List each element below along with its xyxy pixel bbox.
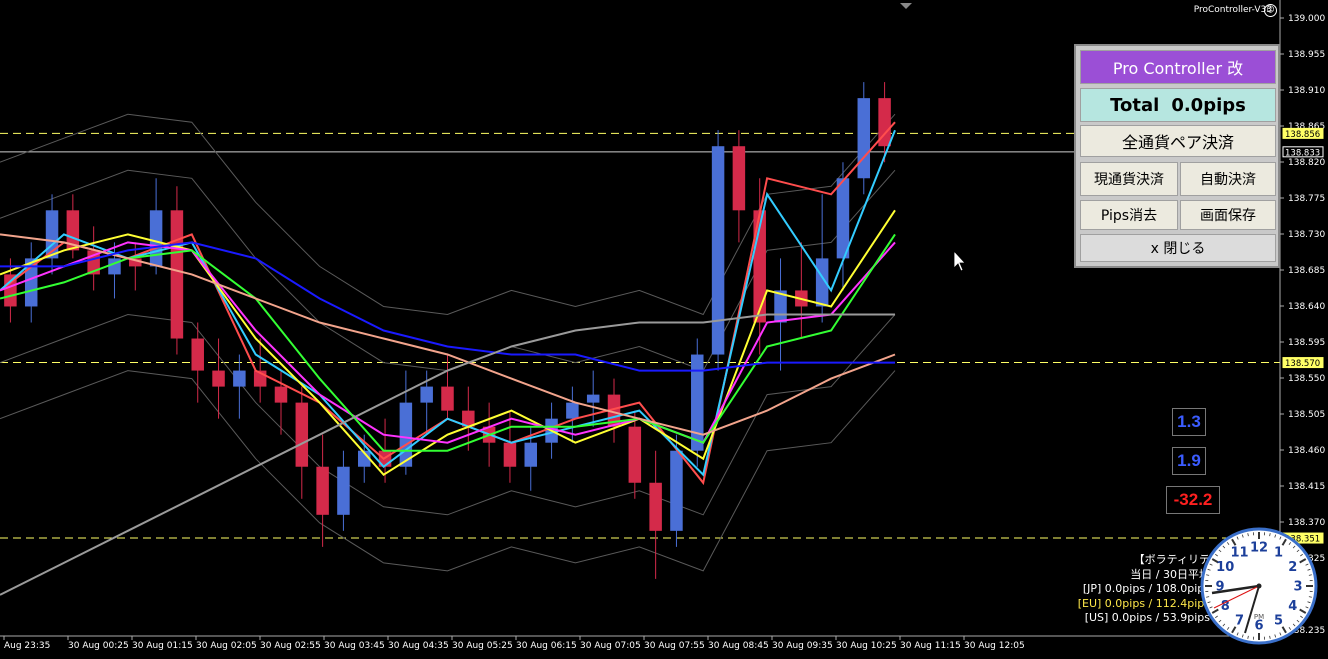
price-tick-label: 138.550: [1288, 374, 1325, 384]
candle-body: [691, 354, 704, 451]
price-tick-label: 138.910: [1288, 86, 1325, 96]
volatility-eu: [EU] 0.0pips / 112.4pips: [1077, 596, 1210, 610]
price-tick-label: 138.775: [1288, 194, 1325, 204]
candle-body: [316, 466, 329, 515]
price-tick-label: 138.820: [1288, 158, 1325, 168]
total-value: 0.0pips: [1171, 94, 1246, 116]
clear-pips-button[interactable]: Pips消去: [1080, 200, 1178, 230]
clock-number: 10: [1216, 560, 1234, 575]
time-tick-label: 30 Aug 12:05: [964, 641, 1025, 651]
candle-body: [170, 210, 184, 339]
close-current-pair-button[interactable]: 現通貨決済: [1080, 162, 1178, 196]
clock-number: 12: [1250, 541, 1268, 556]
candle-body: [836, 178, 850, 259]
close-all-pairs-button[interactable]: 全通貨ペア決済: [1080, 125, 1276, 157]
panel-title[interactable]: Pro Controller 改: [1080, 50, 1276, 84]
auto-close-button[interactable]: 自動決済: [1180, 162, 1276, 196]
time-tick-label: 30 Aug 03:45: [324, 641, 385, 651]
candle-body: [670, 450, 683, 531]
clock-number: 7: [1235, 613, 1244, 628]
pro-controller-panel: Pro Controller 改 Total 0.0pips 全通貨ペア決済 現…: [1074, 44, 1280, 268]
time-tick-label: 30 Aug 11:15: [900, 641, 961, 651]
save-screen-button[interactable]: 画面保存: [1180, 200, 1276, 230]
candle-body: [149, 210, 163, 267]
candle-body: [295, 402, 309, 467]
clock-number: 1: [1274, 546, 1283, 561]
clock-number: 5: [1274, 613, 1283, 628]
price-tick-label: 138.595: [1288, 338, 1325, 348]
total-label: Total: [1110, 94, 1160, 116]
candle-body: [857, 98, 871, 179]
price-tick-label: 138.955: [1288, 50, 1325, 60]
smiley-icon: ☺: [1264, 4, 1277, 17]
price-tick-label: 138.730: [1288, 230, 1325, 240]
price-level-text: 138.570: [1285, 359, 1320, 369]
candle-body: [711, 146, 725, 355]
candle-body: [420, 386, 433, 403]
price-level-text: 138.833: [1285, 148, 1320, 158]
clock-ampm: PM: [1254, 613, 1264, 621]
candle-body: [628, 426, 642, 483]
volatility-jp: [JP] 0.0pips / 108.0pips: [1082, 582, 1210, 595]
candle-body: [441, 386, 454, 411]
candle-body: [274, 386, 288, 403]
time-tick-label: 30 Aug 10:25: [836, 641, 897, 651]
price-level-text: 138.856: [1285, 130, 1320, 140]
value-box-2: 1.9: [1172, 447, 1206, 475]
total-pips: Total 0.0pips: [1080, 88, 1276, 122]
time-tick-label: 30 Aug 04:35: [388, 641, 449, 651]
candle-body: [586, 394, 600, 403]
clock-number: 11: [1230, 546, 1248, 561]
time-tick-label: 30 Aug 01:15: [132, 641, 193, 651]
value-box-3: -32.2: [1166, 486, 1220, 514]
candle-body: [649, 482, 662, 531]
volatility-title: 【ボラティリテ: [1133, 553, 1210, 566]
clock-number: 3: [1293, 580, 1302, 595]
time-tick-label: 30 Aug 07:55: [644, 641, 705, 651]
time-tick-label: 30 Aug 06:15: [516, 641, 577, 651]
volatility-info: 【ボラティリテ 当日 / 30日平均 [JP] 0.0pips / 108.0p…: [1078, 553, 1210, 626]
time-tick-label: 30 Aug 08:45: [708, 641, 769, 651]
candle-body: [503, 442, 517, 467]
analog-clock: 12 1234567891011 PM: [1200, 527, 1318, 645]
ea-title: ProController-V33: [1193, 5, 1272, 15]
time-tick-label: 30 Aug 05:25: [452, 641, 513, 651]
close-panel-button[interactable]: x 閉じる: [1080, 234, 1276, 262]
candle-body: [566, 402, 579, 419]
volatility-us: [US] 0.0pips / 53.9pips: [1084, 611, 1210, 624]
time-tick-label: 30 Aug 02:55: [260, 641, 321, 651]
price-tick-label: 138.505: [1288, 410, 1325, 420]
candle-body: [212, 370, 225, 387]
candle-body: [337, 466, 350, 515]
price-tick-label: 138.415: [1288, 482, 1325, 492]
time-tick-label: Aug 23:35: [4, 641, 50, 651]
candle-body: [524, 442, 537, 467]
value-box-1: 1.3: [1172, 408, 1206, 436]
price-tick-label: 138.640: [1288, 302, 1325, 312]
volatility-subtitle: 当日 / 30日平均: [1130, 567, 1210, 581]
time-tick-label: 30 Aug 00:25: [68, 641, 129, 651]
price-tick-label: 138.685: [1288, 266, 1325, 276]
clock-number: 4: [1288, 599, 1297, 614]
time-tick-label: 30 Aug 09:35: [772, 641, 833, 651]
time-tick-label: 30 Aug 07:05: [580, 641, 641, 651]
clock-number: 2: [1288, 560, 1297, 575]
price-tick-label: 138.460: [1288, 446, 1325, 456]
time-tick-label: 30 Aug 02:05: [196, 641, 257, 651]
price-tick-label: 139.000: [1288, 14, 1325, 24]
candle-body: [233, 370, 246, 387]
candle-body: [732, 146, 746, 211]
candle-body: [191, 338, 204, 371]
